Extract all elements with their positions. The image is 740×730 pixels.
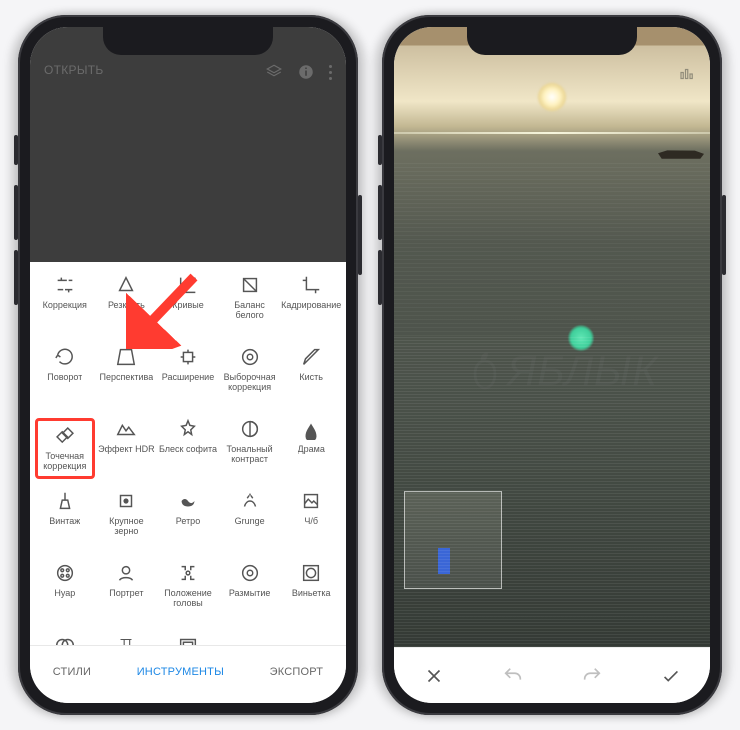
device-notch xyxy=(467,27,637,55)
undo-button[interactable] xyxy=(493,656,533,696)
device-notch xyxy=(103,27,273,55)
tool-тональный-контраст[interactable]: Тональный контраст xyxy=(220,418,280,465)
info-icon[interactable] xyxy=(297,63,315,81)
tool-баланс-белого[interactable]: Баланс белого xyxy=(220,274,280,321)
tool-label: Поворот xyxy=(47,372,82,382)
tool-поворот[interactable]: Поворот xyxy=(35,346,95,382)
tool-label: Расширение xyxy=(162,372,214,382)
tool-нуар[interactable]: Нуар xyxy=(35,562,95,598)
navigator-viewport xyxy=(438,548,450,574)
tool-двойная-экспозиция[interactable]: Двойная экспозиция xyxy=(35,634,95,645)
phone-left: ОТКРЫТЬ Коррекция Резкость Кривые Баланс бе… xyxy=(18,15,358,715)
more-icon[interactable] xyxy=(329,65,332,80)
tab-styles[interactable]: СТИЛИ xyxy=(53,666,91,678)
tool-драма[interactable]: Драма xyxy=(281,418,341,454)
tool-label: Эффект HDR xyxy=(98,444,154,454)
tool-ретро[interactable]: Ретро xyxy=(158,490,218,526)
tab-export[interactable]: ЭКСПОРТ xyxy=(270,666,324,678)
tool-блеск-софита[interactable]: Блеск софита xyxy=(158,418,218,454)
histogram-icon[interactable] xyxy=(678,65,696,83)
tool-label: Портрет xyxy=(109,588,143,598)
tool-расширение[interactable]: Расширение xyxy=(158,346,218,382)
layers-icon[interactable] xyxy=(265,63,283,81)
tool-label: Размытие xyxy=(229,588,271,598)
tool-label: Винтаж xyxy=(49,516,80,526)
tool-label: Нуар xyxy=(54,588,75,598)
apply-button[interactable] xyxy=(651,656,691,696)
photo-sun xyxy=(538,83,566,111)
tool-label: Точечная коррекция xyxy=(38,451,92,472)
tab-tools[interactable]: ИНСТРУМЕНТЫ xyxy=(137,666,224,678)
tool-label: Резкость xyxy=(108,300,145,310)
tool-label: Виньетка xyxy=(292,588,331,598)
tool-резкость[interactable]: Резкость xyxy=(96,274,156,310)
open-button[interactable]: ОТКРЫТЬ xyxy=(44,63,104,77)
tool-ч-б[interactable]: Ч/б xyxy=(281,490,341,526)
tool-label: Драма xyxy=(298,444,325,454)
tool-выборочная-коррекция[interactable]: Выборочная коррекция xyxy=(220,346,280,393)
editor-top-preview: ОТКРЫТЬ xyxy=(30,27,346,262)
tool-grunge[interactable]: Grunge xyxy=(220,490,280,526)
tool-положение-головы[interactable]: Положение головы xyxy=(158,562,218,609)
tool-label: Ч/б xyxy=(304,516,318,526)
tool-крупное-зерно[interactable]: Крупное зерно xyxy=(96,490,156,537)
phone-right: ЯБЛЫК xyxy=(382,15,722,715)
tool-точечная-коррекция[interactable]: Точечная коррекция xyxy=(35,418,95,479)
tools-grid: Коррекция Резкость Кривые Баланс белогоКадр… xyxy=(30,262,346,645)
photo-boat xyxy=(658,145,704,159)
tool-label: Блеск софита xyxy=(159,444,217,454)
tool-label: Положение головы xyxy=(158,588,218,609)
tool-кисть[interactable]: Кисть xyxy=(281,346,341,382)
redo-button[interactable] xyxy=(572,656,612,696)
tool-label: Grunge xyxy=(235,516,265,526)
tool-рамки[interactable]: Рамки xyxy=(158,634,218,645)
tool-label: Тональный контраст xyxy=(220,444,280,465)
svg-text:T: T xyxy=(120,643,126,645)
cancel-button[interactable] xyxy=(414,656,454,696)
lens-flare-marker xyxy=(568,325,594,351)
tool-label: Кадрирование xyxy=(281,300,341,310)
tool-эффект-hdr[interactable]: Эффект HDR xyxy=(96,418,156,454)
tool-кривые[interactable]: Кривые xyxy=(158,274,218,310)
tool-label: Баланс белого xyxy=(220,300,280,321)
tool-label: Ретро xyxy=(176,516,200,526)
tool-label: Выборочная коррекция xyxy=(220,372,280,393)
tool-label: Кисть xyxy=(299,372,323,382)
image-canvas[interactable] xyxy=(394,27,710,647)
bottom-tabs: СТИЛИ ИНСТРУМЕНТЫ ЭКСПОРТ xyxy=(30,645,346,697)
tool-портрет[interactable]: Портрет xyxy=(96,562,156,598)
tool-текст[interactable]: TТекст xyxy=(96,634,156,645)
tool-коррекция[interactable]: Коррекция xyxy=(35,274,95,310)
tool-label: Коррекция xyxy=(43,300,87,310)
photo-horizon xyxy=(394,132,710,134)
tool-label: Кривые xyxy=(172,300,204,310)
tool-label: Крупное зерно xyxy=(96,516,156,537)
tool-перспектива[interactable]: Перспектива xyxy=(96,346,156,382)
tool-кадрирование[interactable]: Кадрирование xyxy=(281,274,341,310)
tool-label: Перспектива xyxy=(100,372,154,382)
navigator-preview[interactable] xyxy=(404,491,502,589)
tool-виньетка[interactable]: Виньетка xyxy=(281,562,341,598)
tool-размытие[interactable]: Размытие xyxy=(220,562,280,598)
healing-toolbar xyxy=(394,647,710,703)
tool-винтаж[interactable]: Винтаж xyxy=(35,490,95,526)
